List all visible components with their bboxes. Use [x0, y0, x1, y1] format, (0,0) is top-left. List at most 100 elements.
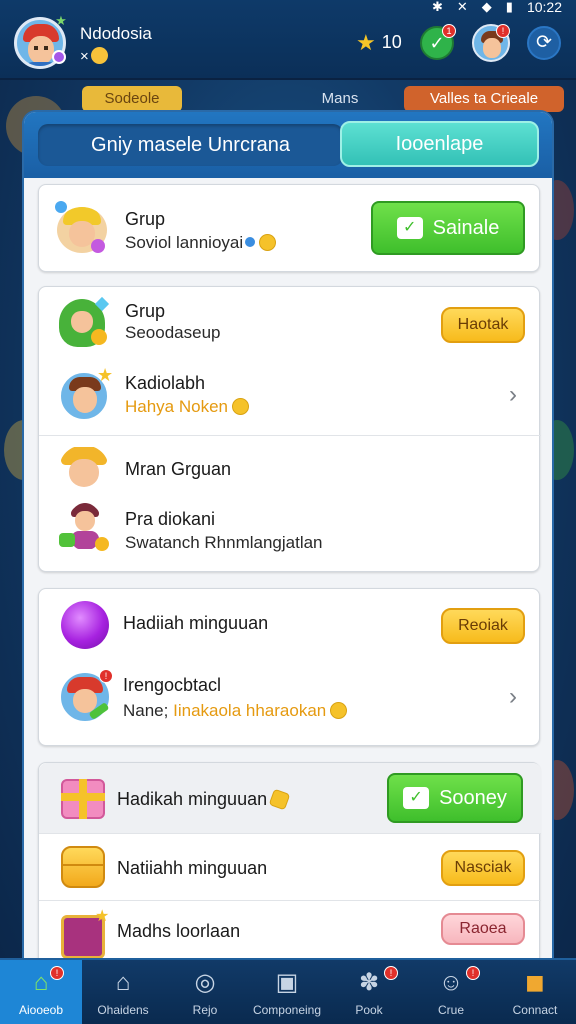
nav-label: Connact: [512, 1003, 558, 1017]
claim-button-label: Sooney: [439, 786, 507, 809]
chest-icon: ◼: [525, 969, 545, 996]
star-count-value: 10: [381, 32, 402, 52]
star-icon: ★: [356, 29, 376, 55]
nav-label: Crue: [437, 1003, 464, 1017]
tab-right-active[interactable]: Iooenlape: [340, 121, 539, 167]
sync-icon[interactable]: ⟳: [527, 26, 561, 60]
row-title: Kadiolabh: [125, 373, 206, 393]
list-item[interactable]: Hadiiah minguuan Reoiak: [39, 589, 541, 663]
row-subtitle: Seoodaseup: [125, 323, 221, 342]
smile-emoji-icon: [90, 47, 108, 64]
notification-badge: !: [50, 966, 64, 980]
background-tab: Mans: [321, 90, 359, 107]
quest-panel: Gniy masele Unrcrana Iooenlape Grup Sovi…: [24, 112, 552, 958]
list-item[interactable]: Hadikah minguuan ✓ Sooney: [39, 763, 541, 833]
player-avatar-icon: [57, 503, 111, 557]
wifi-icon: ◆: [481, 0, 492, 14]
card-subtitle-text: Soviol lannioyai: [125, 233, 244, 252]
background-tab: Valles ta Crieale: [404, 86, 564, 112]
row-action-button[interactable]: Raoea: [441, 913, 525, 945]
notification-badge: !: [496, 24, 510, 38]
row-subtitle-prefix: Nane;: [123, 701, 169, 720]
bluetooth-icon: ✱: [431, 0, 443, 14]
tab-left[interactable]: Gniy masele Unrcrana: [38, 124, 343, 166]
list-item[interactable]: ★ Kadiolabh Hahya Noken ›: [39, 363, 541, 433]
nav-item-home[interactable]: ⌂ Aiooeob !: [0, 960, 82, 1024]
reward-card: Hadiiah minguuan Reoiak ! Irengocbtacl N…: [38, 588, 540, 746]
player-avatar-icon: [55, 201, 109, 255]
row-subtitle-text: Hahya Noken: [125, 397, 229, 416]
player-avatar-icon: !: [59, 669, 113, 723]
row-title: Irengocbtacl: [123, 675, 222, 695]
row-title: Pra diokani: [125, 509, 216, 529]
signal-icon: ▮: [505, 0, 513, 14]
row-title-text: Hadikah minguuan: [117, 789, 268, 809]
check-icon: ✓: [403, 787, 430, 809]
background-tab: Sodeole: [82, 86, 182, 112]
list-item[interactable]: Grup Seoodaseup Haotak: [39, 287, 541, 363]
row-action-button[interactable]: Nasciak: [441, 850, 525, 886]
list-item[interactable]: Mran Grguan: [39, 437, 541, 503]
group-card: Grup Seoodaseup Haotak ★ Kadiolabh Hahya…: [38, 286, 541, 573]
row-action-button[interactable]: Haotak: [441, 307, 525, 343]
mute-icon: ✕: [456, 0, 468, 14]
user-subtitle: ×: [80, 47, 108, 65]
claim-button-label: Sainale: [432, 216, 500, 239]
star-badge-icon: ★: [55, 13, 67, 28]
nav-item-ohaidens[interactable]: ⌂ Ohaidens: [82, 960, 164, 1024]
id-card-icon: ▣: [275, 969, 299, 996]
purple-orb-icon: [59, 601, 113, 655]
player-avatar-icon: ★: [57, 366, 113, 421]
sparkle-emoji-icon: [268, 788, 291, 811]
gem-icon: [245, 237, 256, 247]
nav-item-componeing[interactable]: ▣ Componeing: [246, 960, 328, 1024]
row-action-button[interactable]: Reoiak: [441, 608, 525, 644]
row-subtitle: Hahya Noken: [125, 397, 250, 417]
claim-button[interactable]: ✓ Sooney: [387, 773, 523, 823]
group-icon: [57, 296, 111, 351]
claim-button[interactable]: ✓ Sainale: [371, 201, 525, 255]
list-item[interactable]: Natiiahh minguuan Nasciak: [39, 834, 541, 900]
clock: 10:22: [526, 0, 562, 15]
nav-label: Ohaidens: [97, 1003, 149, 1017]
status-bar: ✱ ✕ ◆ ▮ 10:22: [0, 0, 576, 14]
nav-item-pook[interactable]: ✽ Pook !: [328, 960, 410, 1024]
nav-label: Rejo: [192, 1003, 218, 1017]
notification-badge: 1: [442, 24, 456, 38]
row-title: Natiiahh minguuan: [117, 858, 268, 878]
chevron-right-icon[interactable]: ›: [509, 383, 517, 407]
row-subtitle-text: Iinakaola hharaokan: [173, 701, 327, 720]
smile-icon: ☺: [438, 969, 464, 996]
list-item[interactable]: Pra diokani Swatanch Rhnmlangjatlan: [39, 503, 541, 573]
house-icon: ⌂: [115, 969, 131, 996]
player-avatar-icon: [57, 445, 111, 499]
notification-badge: !: [466, 966, 480, 980]
row-title: Madhs loorlaan: [117, 921, 241, 941]
list-item[interactable]: ! Irengocbtacl Nane; Iinakaola hharaokan…: [39, 663, 541, 747]
gold-coin-stack-icon: [57, 842, 111, 896]
bottom-navigation: ⌂ Aiooeob ! ⌂ Ohaidens ◎ Rejo ▣ Componei…: [0, 958, 576, 1024]
daily-rewards-card: Hadikah minguuan ✓ Sooney Natiiahh mingu…: [38, 762, 541, 958]
nav-label: Aiooeob: [18, 1003, 64, 1017]
nav-label: Pook: [355, 1003, 383, 1017]
user-subtitle-text: ×: [80, 48, 89, 65]
row-subtitle: Nane; Iinakaola hharaokan: [123, 701, 348, 721]
featured-card: Grup Soviol lannioyai ✓ Sainale: [38, 184, 540, 272]
check-icon: ✓: [396, 217, 423, 239]
row-title: Hadiiah minguuan: [123, 613, 269, 633]
nav-item-crue[interactable]: ☺ Crue !: [410, 960, 492, 1024]
user-name: Ndodosia: [80, 24, 152, 43]
card-subtitle: Soviol lannioyai: [125, 233, 277, 253]
smile-emoji-icon: [330, 702, 348, 719]
nav-item-connact[interactable]: ◼ Connact: [494, 960, 576, 1024]
divider: [39, 435, 541, 436]
nav-label: Componeing: [252, 1003, 322, 1017]
nav-item-rejo[interactable]: ◎ Rejo: [164, 960, 246, 1024]
gem-badge-icon: [52, 50, 66, 64]
notification-badge: !: [384, 966, 398, 980]
compass-icon: ◎: [194, 969, 216, 996]
star-counter: ★ 10: [356, 29, 402, 55]
list-item[interactable]: ★ Madhs loorlaan Raoea: [39, 901, 541, 958]
chevron-right-icon[interactable]: ›: [509, 685, 517, 709]
row-title: Grup: [125, 301, 166, 321]
